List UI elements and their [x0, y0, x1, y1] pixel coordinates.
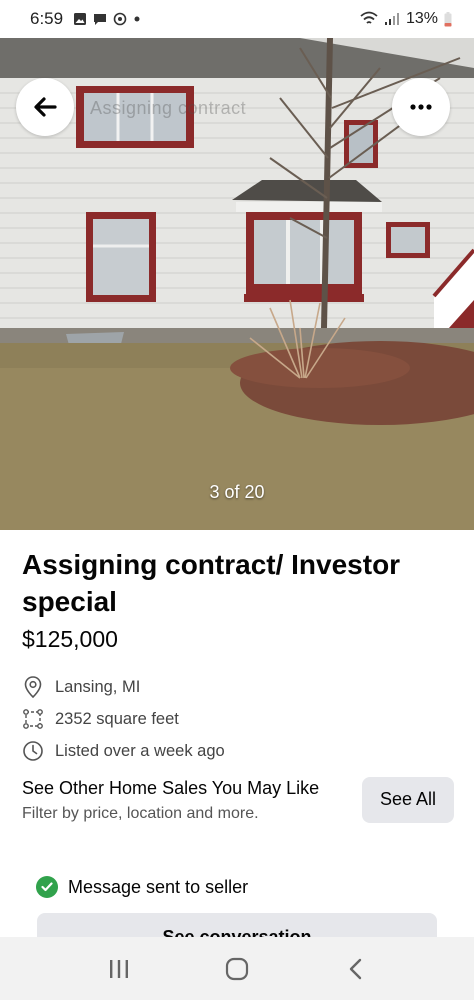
faded-title-overlay: Assigning contract	[90, 98, 247, 118]
promo-subtitle: Filter by price, location and more.	[22, 805, 259, 822]
listed-row: Listed over a week ago	[22, 735, 452, 767]
location-pin-icon	[22, 676, 44, 698]
chat-icon	[94, 14, 107, 25]
message-sent-status: Message sent to seller	[36, 876, 248, 898]
see-all-button[interactable]: See All	[362, 776, 454, 823]
back-nav-button[interactable]	[335, 949, 375, 989]
clock-icon	[22, 740, 44, 762]
status-bar: 6:59 13%	[0, 0, 474, 38]
status-time: 6:59	[30, 9, 64, 28]
signal-icon	[384, 13, 399, 25]
listed-text: Listed over a week ago	[55, 741, 225, 760]
promo-title: See Other Home Sales You May Like	[22, 778, 320, 798]
floor-area-icon	[22, 708, 44, 730]
back-button[interactable]	[16, 78, 74, 136]
home-button[interactable]	[217, 949, 257, 989]
area-text: 2352 square feet	[55, 709, 179, 728]
area-row: 2352 square feet	[22, 703, 452, 735]
listing-photo[interactable]: Assigning contract 3 of 20	[0, 38, 474, 530]
wifi-icon	[360, 11, 378, 24]
system-nav-bar	[0, 937, 474, 1000]
messenger-icon	[113, 12, 127, 26]
other-sales-promo: See Other Home Sales You May Like Filter…	[22, 776, 454, 823]
notification-icons	[73, 12, 141, 26]
more-options-button[interactable]	[392, 78, 450, 136]
message-sent-text: Message sent to seller	[68, 876, 249, 897]
check-circle-icon	[36, 876, 58, 898]
more-dots-icon	[410, 104, 432, 110]
system-icons: 13%	[360, 10, 452, 28]
promo-text: See Other Home Sales You May Like Filter…	[22, 776, 352, 823]
battery-percent: 13%	[405, 10, 438, 27]
image-icon	[74, 13, 87, 25]
location-row: Lansing, MI	[22, 671, 452, 703]
location-text: Lansing, MI	[55, 677, 141, 696]
recent-apps-button[interactable]	[99, 949, 139, 989]
listing-meta: Lansing, MI 2352 square feet Listed over…	[22, 671, 452, 767]
chevron-left-icon	[349, 958, 362, 979]
dot-icon	[134, 16, 140, 22]
recent-apps-icon	[110, 959, 128, 978]
arrow-left-icon	[34, 97, 57, 117]
photo-counter: 3 of 20	[209, 482, 265, 502]
battery-icon	[444, 11, 452, 26]
listing-title: Assigning contract/ Investor special	[22, 549, 401, 617]
home-icon	[225, 957, 249, 980]
listing-details: Assigning contract/ Investor special $12…	[0, 530, 474, 767]
listing-price: $125,000	[22, 626, 118, 652]
